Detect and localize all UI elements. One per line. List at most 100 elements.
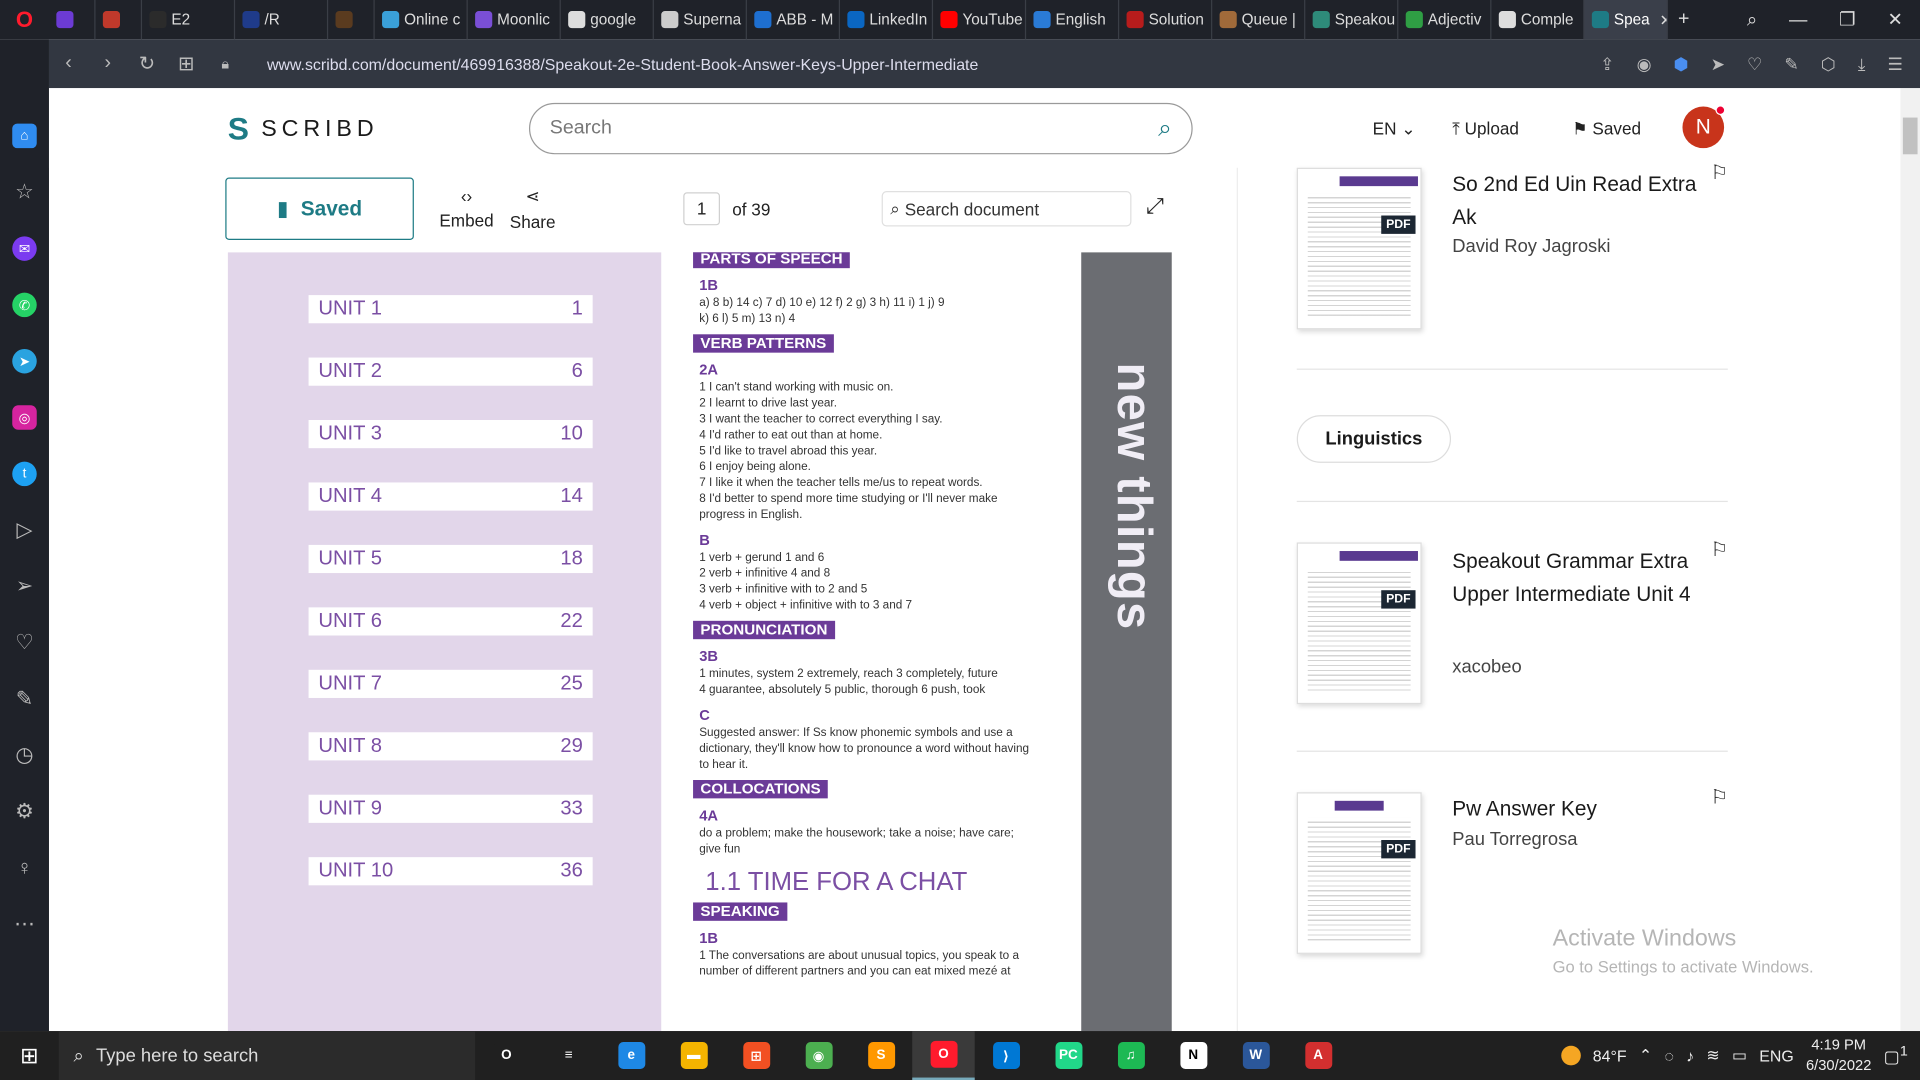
minimize-button[interactable]: — (1789, 9, 1807, 30)
speed-dial-icon[interactable]: ⊞ (167, 51, 206, 75)
weather-temp[interactable]: 84°F (1593, 1046, 1627, 1064)
browser-tab[interactable]: Spea ✕ (1584, 0, 1668, 40)
star-icon[interactable]: ☆ (0, 164, 49, 220)
recommendation-author[interactable]: David Roy Jagroski (1452, 236, 1610, 257)
send-icon[interactable]: ➤ (1711, 53, 1725, 74)
word-taskbar-icon[interactable]: W (1225, 1031, 1287, 1080)
notion-taskbar-icon[interactable]: N (1162, 1031, 1224, 1080)
unit-index-row[interactable]: UNIT 3 10 (308, 420, 593, 449)
chrome-taskbar-icon[interactable]: ◉ (787, 1031, 849, 1080)
browser-tab[interactable]: English (1026, 0, 1120, 40)
browser-tab[interactable]: Adjectiv (1398, 0, 1492, 40)
menu-icon[interactable]: ☰ (1887, 53, 1902, 74)
browser-tab[interactable]: YouTube (933, 0, 1027, 40)
spotify-taskbar-icon[interactable]: ♫ (1100, 1031, 1162, 1080)
browser-tab[interactable]: Moonlic (468, 0, 561, 40)
scrollbar-thumb[interactable] (1902, 117, 1918, 155)
settings-icon[interactable]: ⚙ (0, 784, 49, 840)
browser-tab[interactable]: Superna (654, 0, 747, 40)
unit-index-row[interactable]: UNIT 2 6 (308, 357, 593, 386)
twitter-icon[interactable]: t (0, 446, 49, 502)
recommendation-card[interactable]: PDF So 2nd Ed Uin Read Extra Ak David Ro… (1296, 163, 1738, 330)
page-scrollbar[interactable] (1900, 88, 1920, 1032)
history-icon[interactable]: ◷ (0, 727, 49, 783)
avatar[interactable]: N (1682, 105, 1726, 149)
heart-icon[interactable]: ♡ (1747, 53, 1762, 74)
document-search-input[interactable]: ⌕ Search document (881, 191, 1132, 227)
browser-tab[interactable] (49, 0, 96, 40)
recommendation-title[interactable]: Pw Answer Key (1452, 792, 1709, 825)
favorites-icon[interactable]: ♡ (0, 615, 49, 671)
network-icon[interactable]: ◌ (1664, 1046, 1673, 1064)
document-thumbnail[interactable]: PDF (1296, 167, 1422, 330)
scribd-logo[interactable]: S SCRIBD (228, 110, 379, 148)
unit-index-row[interactable]: UNIT 10 36 (308, 857, 593, 886)
opera-taskbar-icon[interactable]: O (912, 1031, 975, 1080)
search-icon[interactable]: ⌕ (1158, 114, 1172, 142)
browser-tab[interactable]: Speakou (1305, 0, 1399, 40)
multitask-taskbar-icon[interactable]: ≡ (538, 1031, 600, 1080)
chevron-up-icon[interactable]: ⌃ (1639, 1046, 1652, 1066)
whatsapp-icon[interactable]: ✆ (0, 277, 49, 333)
browser-tab[interactable]: Queue | (1212, 0, 1306, 40)
instagram-icon[interactable]: ◎ (0, 389, 49, 445)
browser-tab[interactable]: Comple (1491, 0, 1585, 40)
close-tab-icon[interactable]: ✕ (1659, 10, 1666, 29)
upload-button[interactable]: ⤒ Upload (1452, 119, 1519, 140)
recommendation-title[interactable]: So 2nd Ed Uin Read Extra Ak (1452, 168, 1709, 234)
edge-taskbar-icon[interactable]: e (600, 1031, 662, 1080)
browser-tab[interactable] (328, 0, 375, 40)
wifi-icon[interactable]: ≋ (1706, 1046, 1719, 1066)
new-tab-button[interactable]: + (1668, 9, 1700, 31)
browser-tab[interactable]: Online c (375, 0, 468, 40)
tag-chip[interactable]: Linguistics (1296, 415, 1452, 463)
restore-button[interactable]: ❐ (1839, 9, 1855, 31)
unit-index-row[interactable]: UNIT 5 18 (308, 544, 593, 574)
player-icon[interactable]: ▷ (0, 502, 49, 558)
embed-button[interactable]: ‹› Embed (438, 186, 494, 230)
unit-index-row[interactable]: UNIT 7 25 (308, 669, 593, 698)
recommendation-title[interactable]: Speakout Grammar Extra Upper Intermediat… (1452, 545, 1709, 611)
reload-button[interactable]: ↻ (127, 51, 166, 75)
share-icon[interactable]: ⇪ (1600, 53, 1614, 74)
weather-icon[interactable] (1560, 1045, 1581, 1066)
recommendation-author[interactable]: Pau Torregrosa (1452, 829, 1577, 850)
recommendation-card[interactable]: PDF Speakout Grammar Extra Upper Interme… (1296, 540, 1738, 709)
fullscreen-icon[interactable]: ⤢ (1146, 193, 1164, 219)
browser-tab[interactable]: ABB - M (747, 0, 841, 40)
windows-start-icon[interactable]: ⊞ (0, 1031, 59, 1080)
pycharm-taskbar-icon[interactable]: PC (1037, 1031, 1099, 1080)
snapshot-icon[interactable]: ✎ (0, 671, 49, 727)
bookmark-icon[interactable]: ⚐ (1711, 785, 1729, 809)
tips-icon[interactable]: ♀ (0, 840, 49, 896)
camera-icon[interactable]: ◉ (1637, 53, 1652, 74)
messenger-icon[interactable]: ✉ (0, 220, 49, 276)
tab-search-icon[interactable]: ⌕ (1747, 9, 1757, 30)
telegram-icon[interactable]: ➤ (0, 333, 49, 389)
shield-icon[interactable]: ⬢ (1674, 53, 1689, 74)
task-view-taskbar-icon[interactable]: O (475, 1031, 537, 1080)
browser-tab[interactable]: LinkedIn (840, 0, 934, 40)
unit-index-row[interactable]: UNIT 6 22 (308, 607, 593, 636)
browser-tab[interactable]: Solution (1119, 0, 1213, 40)
browser-tab[interactable]: /R (235, 0, 329, 40)
pen-icon[interactable]: ✎ (1784, 53, 1798, 74)
page-number-input[interactable]: 1 (683, 192, 721, 226)
browser-tab[interactable]: google (561, 0, 654, 40)
saved-button[interactable]: ▮ Saved (225, 177, 414, 241)
clock[interactable]: 4:19 PM 6/30/2022 (1806, 1035, 1871, 1077)
url-field[interactable]: www.scribd.com/document/469916388/Speako… (267, 54, 978, 72)
vscode-taskbar-icon[interactable]: ⟩ (975, 1031, 1037, 1080)
unit-index-row[interactable]: UNIT 9 33 (308, 794, 593, 823)
opera-logo-icon[interactable]: O (0, 0, 49, 39)
document-thumbnail[interactable]: PDF (1296, 792, 1422, 954)
sublime-taskbar-icon[interactable]: S (850, 1031, 912, 1080)
download-icon[interactable]: ⤓ (1858, 53, 1866, 74)
back-button[interactable]: ‹ (49, 53, 88, 75)
home-icon[interactable]: ⌂ (0, 108, 49, 164)
more-icon[interactable]: ⋯ (0, 896, 49, 952)
send-sidebar-icon[interactable]: ➢ (0, 558, 49, 614)
browser-tab[interactable]: E2 (142, 0, 236, 40)
saved-link[interactable]: ⚑ Saved (1572, 119, 1641, 140)
browser-tab[interactable] (96, 0, 143, 40)
